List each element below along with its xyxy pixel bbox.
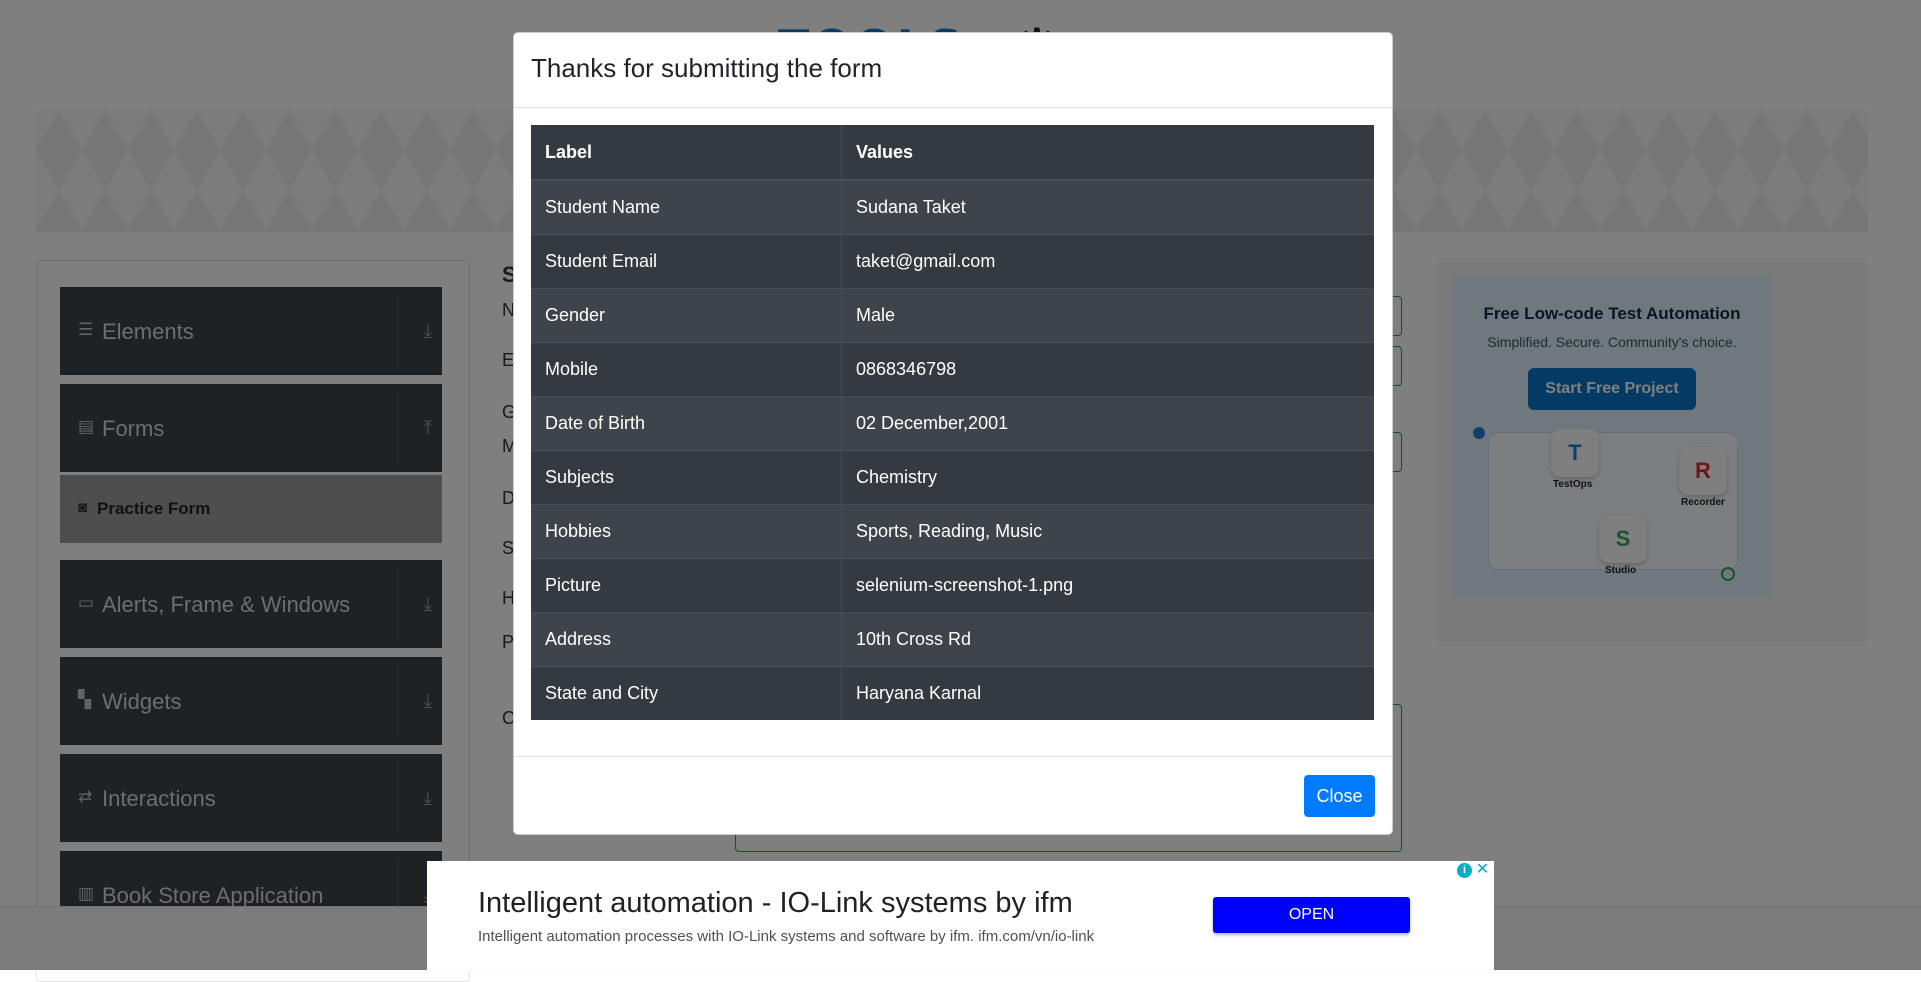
ad-description: Intelligent automation processes with IO…	[478, 928, 1095, 945]
close-button[interactable]: Close	[1304, 775, 1375, 817]
modal-title: Thanks for submitting the form	[531, 53, 883, 83]
column-header-values: Values	[841, 125, 1374, 181]
row-label: Date of Birth	[531, 396, 842, 451]
row-label: Gender	[531, 288, 842, 343]
row-value: Male	[841, 288, 1374, 343]
row-value: Sports, Reading, Music	[841, 504, 1374, 559]
row-label: Hobbies	[531, 504, 842, 559]
row-label: Subjects	[531, 450, 842, 505]
row-label: State and City	[531, 666, 842, 720]
table-row: Student Name Sudana Taket	[531, 179, 1374, 235]
table-row: Mobile 0868346798	[531, 342, 1374, 397]
table-row: Gender Male	[531, 288, 1374, 343]
ad-headline[interactable]: Intelligent automation - IO-Link systems…	[478, 887, 1073, 920]
row-label: Student Email	[531, 234, 842, 289]
row-value: taket@gmail.com	[841, 234, 1374, 289]
bottom-advertisement[interactable]: Intelligent automation - IO-Link systems…	[427, 861, 1494, 970]
table-row: State and City Haryana Karnal	[531, 666, 1374, 720]
row-value: Haryana Karnal	[841, 666, 1374, 720]
table-row: Picture selenium-screenshot-1.png	[531, 558, 1374, 613]
submission-modal: Thanks for submitting the form Label Val…	[513, 32, 1393, 835]
table-row: Student Email taket@gmail.com	[531, 234, 1374, 289]
submission-table: Label Values Student Name Sudana Taket St…	[531, 125, 1374, 720]
modal-footer: Close	[514, 756, 1392, 835]
table-row: Hobbies Sports, Reading, Music	[531, 504, 1374, 559]
row-value: 0868346798	[841, 342, 1374, 397]
close-icon[interactable]: ✕	[1475, 861, 1490, 878]
row-label: Picture	[531, 558, 842, 613]
modal-header: Thanks for submitting the form	[514, 33, 1392, 108]
ad-open-button[interactable]: OPEN	[1213, 897, 1410, 933]
info-icon[interactable]: i	[1457, 863, 1472, 878]
row-value: Sudana Taket	[841, 179, 1374, 235]
column-header-label: Label	[531, 125, 842, 181]
table-row: Date of Birth 02 December,2001	[531, 396, 1374, 451]
row-value: selenium-screenshot-1.png	[841, 558, 1374, 613]
row-value: 02 December,2001	[841, 396, 1374, 451]
row-label: Student Name	[531, 179, 842, 235]
table-row: Subjects Chemistry	[531, 450, 1374, 505]
row-label: Address	[531, 612, 842, 667]
modal-body: Label Values Student Name Sudana Taket St…	[531, 125, 1374, 720]
table-header-row: Label Values	[531, 125, 1374, 181]
table-row: Address 10th Cross Rd	[531, 612, 1374, 667]
row-value: Chemistry	[841, 450, 1374, 505]
row-label: Mobile	[531, 342, 842, 397]
row-value: 10th Cross Rd	[841, 612, 1374, 667]
